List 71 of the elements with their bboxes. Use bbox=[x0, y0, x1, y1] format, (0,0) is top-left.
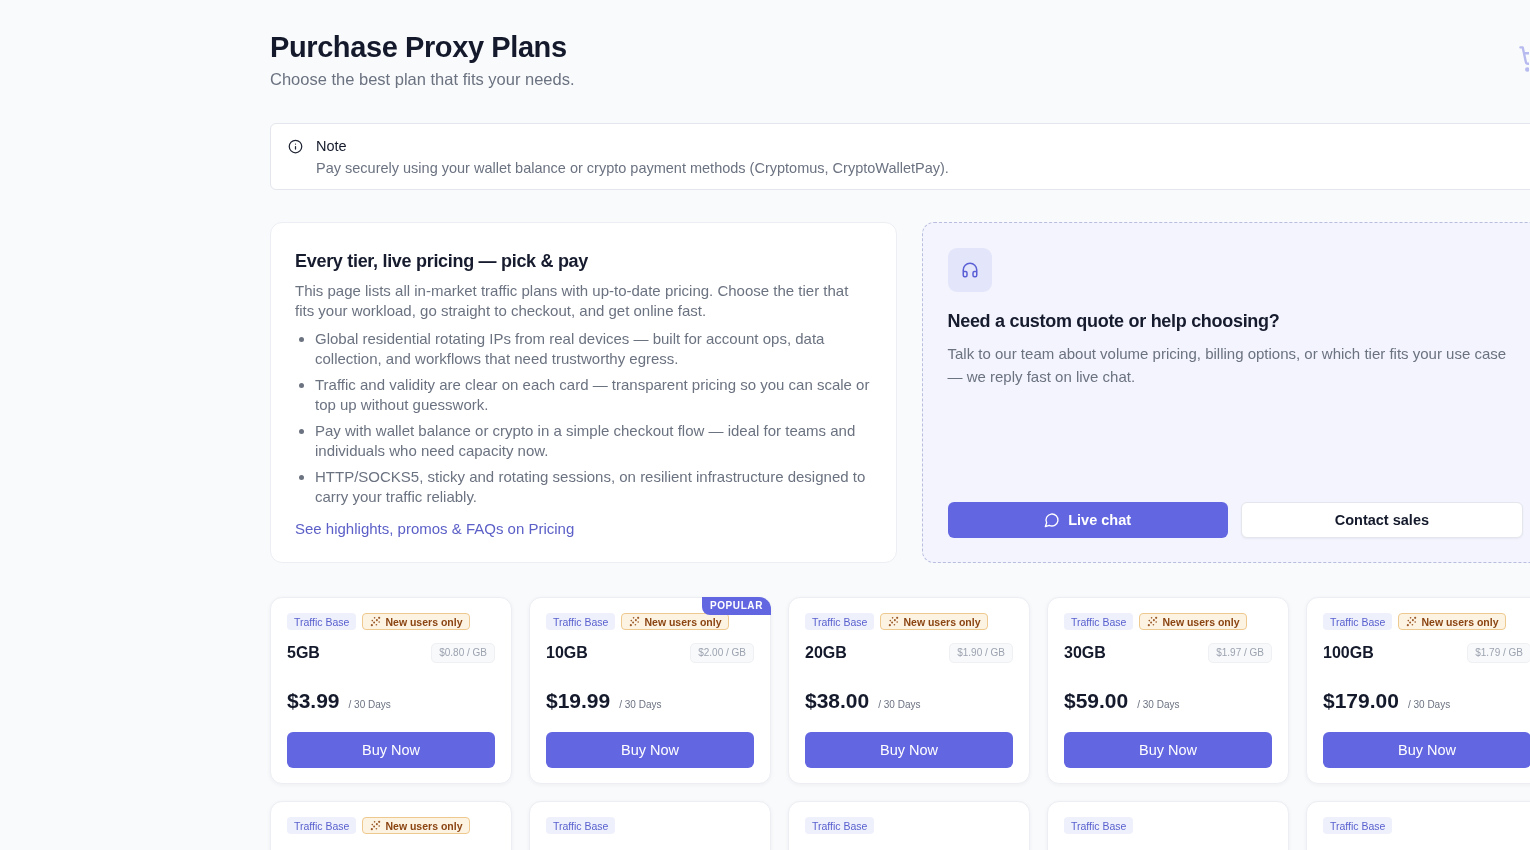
chat-bubble-icon bbox=[1044, 512, 1061, 528]
bullet-icon bbox=[299, 475, 304, 480]
bullet-text: HTTP/SOCKS5, sticky and rotating sessions, on resilient infrastructure designed to carry your traffic reliably. bbox=[315, 467, 867, 507]
bullet-icon bbox=[299, 337, 304, 342]
buy-button[interactable]: Buy Now bbox=[1064, 732, 1272, 768]
page-subtitle: Choose the best plan that fits your needs. bbox=[270, 69, 575, 90]
category-tag: Traffic Base bbox=[1064, 613, 1134, 630]
confetti-icon bbox=[888, 616, 900, 627]
page-title: Purchase Proxy Plans bbox=[270, 30, 568, 64]
confetti-icon bbox=[370, 820, 382, 831]
headphones-icon bbox=[947, 248, 992, 292]
plan-price: $3.99 bbox=[287, 688, 340, 714]
note-text: Pay securely using your wallet balance or crypto payment methods (Cryptomus, CryptoWalletPay). bbox=[316, 159, 949, 178]
billing-period: / 30 Days bbox=[1407, 699, 1451, 710]
category-tag: Traffic Base bbox=[546, 613, 616, 630]
buy-button[interactable]: Buy Now bbox=[1323, 732, 1530, 768]
bullet-icon bbox=[299, 383, 304, 388]
intro-text: This page lists all in-market traffic plans with up-to-date pricing. Choose the tier that fits your workload, go straight to checkout, and get online fast. bbox=[295, 281, 850, 321]
plan-size: 100GB bbox=[1323, 643, 1374, 663]
support-title: Need a custom quote or help choosing? bbox=[947, 310, 1281, 333]
confetti-icon bbox=[629, 616, 641, 627]
bullet-text: Global residential rotating IPs from real devices — built for account ops, data collection, and workflows that need trustworthy egress. bbox=[315, 329, 826, 369]
plan-price: $179.00 bbox=[1323, 688, 1399, 714]
category-tag: Traffic Base bbox=[546, 817, 616, 834]
billing-period: / 30 Days bbox=[348, 699, 391, 710]
pricing-link[interactable]: See highlights, promos & FAQs on Pricing bbox=[295, 520, 575, 537]
category-tag: Traffic Base bbox=[287, 613, 357, 630]
promo-tag: New users only bbox=[621, 613, 730, 630]
support-text: Talk to our team about volume pricing, billing options, or which tier fits your use case — we reply fast on live chat. bbox=[947, 344, 1508, 387]
promo-tag: New users only bbox=[880, 613, 989, 630]
sales-button[interactable]: Contact sales bbox=[1240, 502, 1523, 538]
category-tag: Traffic Base bbox=[805, 613, 875, 630]
unit-price-tag: $1.97 / GB bbox=[1208, 643, 1272, 663]
bullet-icon bbox=[299, 429, 304, 434]
chat-button[interactable]: Live chat bbox=[947, 502, 1228, 538]
promo-tag: New users only bbox=[1139, 613, 1248, 630]
unit-price-tag: $2.00 / GB bbox=[690, 643, 754, 663]
unit-price-tag: $1.79 / GB bbox=[1467, 643, 1530, 663]
category-tag: Traffic Base bbox=[287, 817, 357, 834]
plan-size: 20GB bbox=[805, 643, 847, 663]
note-title: Note bbox=[316, 137, 348, 156]
bullet-text: Pay with wallet balance or crypto in a simple checkout flow — ideal for teams and individuals who need capacity now. bbox=[315, 421, 857, 461]
billing-period: / 30 Days bbox=[1137, 699, 1180, 710]
plan-price: $59.00 bbox=[1064, 688, 1129, 714]
plan-price: $38.00 bbox=[805, 688, 870, 714]
promo-tag: New users only bbox=[362, 817, 471, 834]
bullet-text: Traffic and validity are clear on each card — transparent pricing so you can scale or top up without guesswork. bbox=[315, 375, 871, 415]
category-tag: Traffic Base bbox=[805, 817, 875, 834]
confetti-icon bbox=[1406, 616, 1418, 627]
plan-size: 30GB bbox=[1064, 643, 1106, 663]
confetti-icon bbox=[370, 616, 382, 627]
category-tag: Traffic Base bbox=[1323, 817, 1393, 834]
plan-price: $19.99 bbox=[546, 688, 611, 714]
plan-size: 5GB bbox=[287, 643, 320, 663]
unit-price-tag: $1.90 / GB bbox=[949, 643, 1013, 663]
popular-badge: POPULAR bbox=[701, 597, 771, 615]
buy-button[interactable]: Buy Now bbox=[546, 732, 754, 768]
info-icon bbox=[288, 139, 303, 154]
category-tag: Traffic Base bbox=[1323, 613, 1393, 630]
intro-title: Every tier, live pricing — pick & pay bbox=[295, 250, 590, 273]
confetti-icon bbox=[1147, 616, 1159, 627]
billing-period: / 30 Days bbox=[878, 699, 921, 710]
unit-price-tag: $0.80 / GB bbox=[431, 643, 495, 663]
cart-icon[interactable] bbox=[1518, 45, 1529, 73]
promo-tag: New users only bbox=[362, 613, 471, 630]
category-tag: Traffic Base bbox=[1064, 817, 1134, 834]
buy-button[interactable]: Buy Now bbox=[805, 732, 1013, 768]
billing-period: / 30 Days bbox=[619, 699, 662, 710]
promo-tag: New users only bbox=[1398, 613, 1507, 630]
plan-size: 10GB bbox=[546, 643, 588, 663]
buy-button[interactable]: Buy Now bbox=[287, 732, 495, 768]
